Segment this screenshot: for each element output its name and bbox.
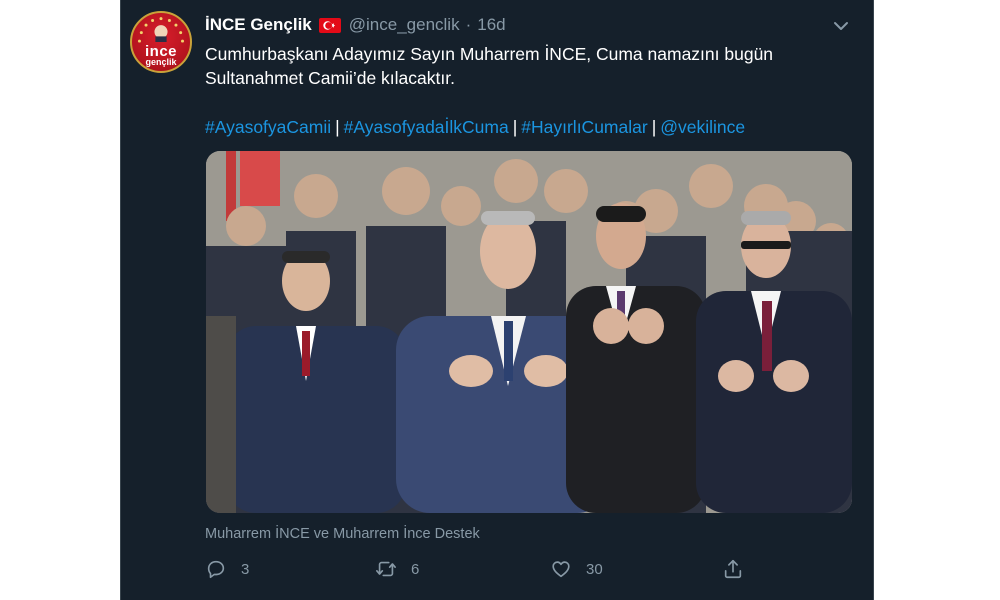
retweet-button[interactable]: 6 xyxy=(375,558,419,580)
tweet-photo[interactable] xyxy=(206,151,852,513)
hashtag-separator: | xyxy=(512,117,518,137)
tweet-timestamp[interactable]: 16d xyxy=(477,15,505,35)
tweet-text: Cumhurbaşkanı Adayımız Sayın Muharrem İN… xyxy=(205,44,774,88)
reply-count: 3 xyxy=(241,560,250,578)
hashtag-link[interactable]: #AyasofyadaİlkCuma xyxy=(344,117,509,137)
hashtag-link[interactable]: #HayırlıCumalar xyxy=(521,117,647,137)
reply-button[interactable]: 3 xyxy=(205,558,249,580)
tweet-card[interactable]: ince gençlik İNCE Gençlik @ince_genclik … xyxy=(120,0,874,600)
share-button[interactable] xyxy=(722,558,758,580)
header-separator: · xyxy=(465,15,472,34)
tweet-actions: 3 6 30 xyxy=(205,558,845,588)
hashtag-separator: | xyxy=(651,117,657,137)
avatar-logo-subtext: gençlik xyxy=(145,57,177,67)
mention-link[interactable]: @vekilince xyxy=(660,117,745,137)
user-handle[interactable]: @ince_genclik xyxy=(349,15,460,35)
hashtag-separator: | xyxy=(335,117,340,137)
like-count: 30 xyxy=(586,560,603,578)
photo-illustration xyxy=(206,151,852,513)
menu-caret-icon[interactable] xyxy=(831,16,851,36)
display-name[interactable]: İNCE Gençlik xyxy=(205,15,312,35)
retweet-count: 6 xyxy=(411,560,420,578)
reply-icon xyxy=(207,560,225,579)
hashtag-line: #AyasofyaCamii | #AyasofyadaİlkCuma | #Hayır… xyxy=(205,115,745,139)
like-icon xyxy=(552,561,570,578)
tweet-header: İNCE Gençlik @ince_genclik · 16d xyxy=(205,13,506,37)
photo-tags-caption[interactable]: Muharrem İNCE ve Muharrem İnce Destek xyxy=(205,526,480,542)
like-button[interactable]: 30 xyxy=(550,558,603,580)
retweet-icon xyxy=(376,561,396,577)
hashtag-link[interactable]: #AyasofyaCamii xyxy=(205,117,331,137)
share-icon xyxy=(724,559,742,579)
turkey-flag-icon xyxy=(318,17,341,33)
avatar[interactable]: ince gençlik xyxy=(130,11,192,73)
